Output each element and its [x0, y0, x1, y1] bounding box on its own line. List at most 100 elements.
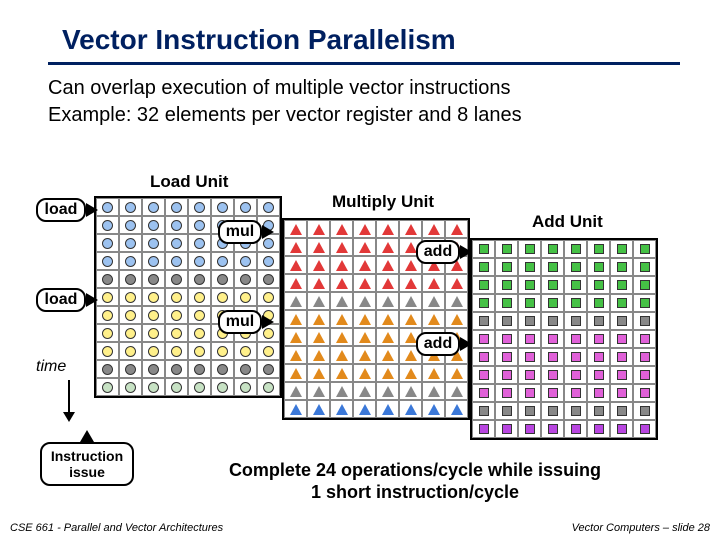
grid-cell	[564, 348, 587, 366]
circle-icon	[217, 382, 228, 393]
grid-cell	[119, 216, 142, 234]
triangle-icon	[428, 386, 440, 397]
square-icon	[548, 370, 558, 380]
circle-icon	[194, 220, 205, 231]
grid-cell	[165, 234, 188, 252]
grid-cell	[330, 346, 353, 364]
grid-cell	[399, 292, 422, 310]
square-icon	[525, 316, 535, 326]
grid-cell	[564, 402, 587, 420]
triangle-icon	[336, 386, 348, 397]
grid-cell	[165, 216, 188, 234]
grid-cell	[564, 384, 587, 402]
grid-cell	[633, 240, 656, 258]
triangle-icon	[382, 404, 394, 415]
circle-icon	[148, 382, 159, 393]
triangle-icon	[405, 314, 417, 325]
square-icon	[640, 370, 650, 380]
grid-cell	[188, 360, 211, 378]
grid-cell	[188, 252, 211, 270]
grid-cell	[610, 348, 633, 366]
triangle-icon	[405, 224, 417, 235]
grid-cell	[518, 258, 541, 276]
circle-icon	[240, 256, 251, 267]
circle-icon	[102, 310, 113, 321]
triangle-icon	[359, 278, 371, 289]
square-icon	[640, 352, 650, 362]
triangle-icon	[290, 404, 302, 415]
square-icon	[594, 334, 604, 344]
grid-cell	[472, 366, 495, 384]
square-icon	[617, 262, 627, 272]
triangle-icon	[405, 350, 417, 361]
grid-cell	[518, 240, 541, 258]
square-icon	[548, 262, 558, 272]
grid-cell	[445, 364, 468, 382]
grid-cell	[96, 360, 119, 378]
grid-cell	[587, 420, 610, 438]
square-icon	[640, 280, 650, 290]
square-icon	[548, 388, 558, 398]
grid-cell	[610, 366, 633, 384]
triangle-icon	[405, 404, 417, 415]
grid-cell	[353, 364, 376, 382]
grid-cell	[119, 306, 142, 324]
circle-icon	[194, 256, 205, 267]
triangle-icon	[313, 350, 325, 361]
circle-icon	[125, 310, 136, 321]
triangle-icon	[359, 350, 371, 361]
title-rule	[48, 62, 680, 65]
grid-cell	[399, 382, 422, 400]
circle-icon	[171, 274, 182, 285]
grid-cell	[610, 312, 633, 330]
square-icon	[525, 334, 535, 344]
conclusion-line-1: Complete 24 operations/cycle while issui…	[180, 460, 650, 482]
square-icon	[617, 424, 627, 434]
triangle-icon	[336, 404, 348, 415]
grid-cell	[96, 378, 119, 396]
grid-cell	[472, 312, 495, 330]
circle-icon	[102, 364, 113, 375]
square-icon	[571, 244, 581, 254]
triangle-icon	[451, 368, 463, 379]
grid-cell	[445, 400, 468, 418]
add-op-2: add	[416, 332, 460, 356]
square-icon	[525, 388, 535, 398]
grid-cell	[633, 402, 656, 420]
triangle-icon	[428, 224, 440, 235]
footer-left: CSE 661 - Parallel and Vector Architectu…	[10, 522, 223, 534]
grid-cell	[376, 400, 399, 418]
square-icon	[548, 352, 558, 362]
square-icon	[594, 298, 604, 308]
grid-cell	[188, 324, 211, 342]
circle-icon	[194, 310, 205, 321]
circle-icon	[171, 346, 182, 357]
circle-icon	[240, 202, 251, 213]
square-icon	[502, 352, 512, 362]
grid-cell	[142, 216, 165, 234]
grid-cell	[119, 270, 142, 288]
grid-cell	[119, 360, 142, 378]
intro-line-1: Can overlap execution of multiple vector…	[48, 75, 720, 102]
grid-cell	[376, 328, 399, 346]
grid-cell	[307, 310, 330, 328]
triangle-icon	[382, 224, 394, 235]
grid-cell	[610, 420, 633, 438]
triangle-icon	[451, 314, 463, 325]
square-icon	[571, 262, 581, 272]
triangle-icon	[382, 260, 394, 271]
grid-cell	[234, 360, 257, 378]
grid-cell	[353, 292, 376, 310]
grid-cell	[518, 330, 541, 348]
grid-cell	[518, 402, 541, 420]
triangle-icon	[359, 314, 371, 325]
grid-cell	[541, 240, 564, 258]
grid-cell	[142, 252, 165, 270]
triangle-icon	[313, 224, 325, 235]
circle-icon	[125, 328, 136, 339]
square-icon	[479, 334, 489, 344]
grid-cell	[96, 288, 119, 306]
grid-cell	[495, 348, 518, 366]
square-icon	[571, 316, 581, 326]
grid-cell	[633, 348, 656, 366]
